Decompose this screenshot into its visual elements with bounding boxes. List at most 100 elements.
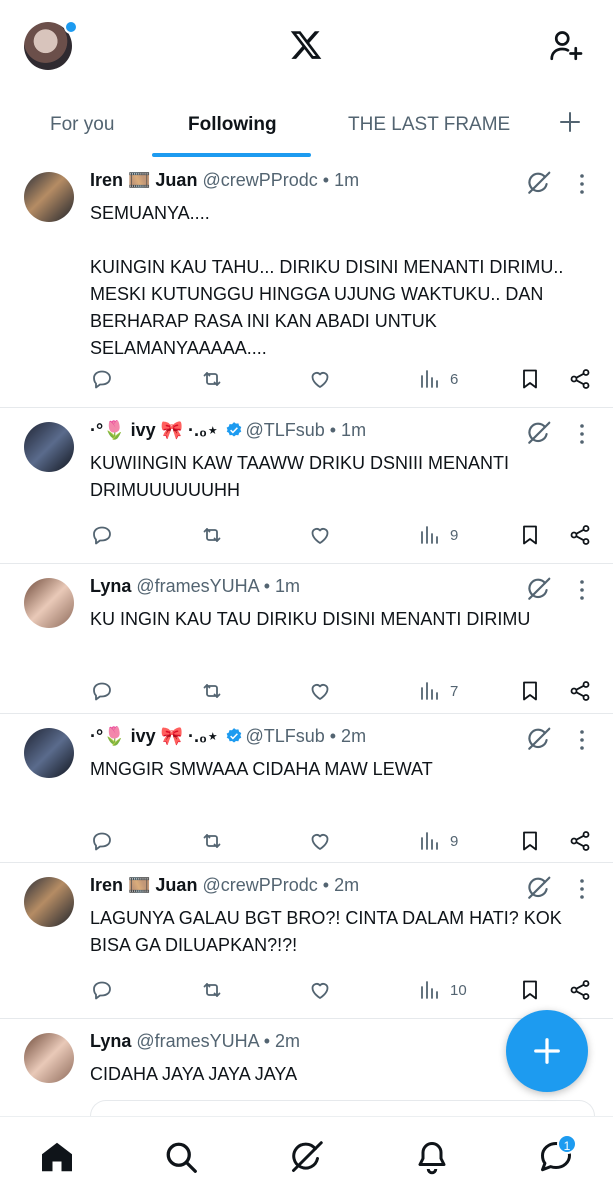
author-avatar[interactable] (24, 1033, 74, 1083)
repost-button[interactable] (200, 678, 224, 704)
reply-button[interactable] (90, 828, 114, 854)
share-button[interactable] (568, 678, 592, 704)
tweet[interactable]: Iren 🎞️ Juan @crewPProdc • 2m LAGUNYA GAL… (0, 863, 613, 1019)
bookmark-button[interactable] (518, 977, 542, 1003)
author-name[interactable]: Lyna (90, 576, 131, 596)
share-button[interactable] (568, 366, 592, 392)
tweet-text: SEMUANYA.... KUINGIN KAU TAHU... DIRIKU … (90, 203, 564, 358)
bookmark-button[interactable] (518, 366, 542, 392)
tweet-header: Iren 🎞️ Juan @crewPProdc • 1m (90, 170, 359, 191)
like-button[interactable] (308, 678, 332, 704)
grok-icon[interactable] (526, 420, 552, 446)
like-button[interactable] (308, 977, 332, 1003)
reply-button[interactable] (90, 678, 114, 704)
tweet[interactable]: Lyna @framesYUHA • 1m KU INGIN KAU TAU DI… (0, 564, 613, 714)
reply-button[interactable] (90, 977, 114, 1003)
bookmark-button[interactable] (518, 828, 542, 854)
author-avatar[interactable] (24, 728, 74, 778)
like-button[interactable] (308, 522, 332, 548)
tab-the-last-frame[interactable]: THE LAST FRAME (348, 114, 510, 136)
repost-button[interactable] (200, 366, 224, 392)
verified-badge-icon (227, 728, 242, 743)
repost-button[interactable] (200, 828, 224, 854)
add-tab-plus-icon[interactable] (558, 110, 582, 134)
compose-post-button[interactable] (506, 1010, 588, 1092)
reply-button[interactable] (90, 522, 114, 548)
author-name[interactable]: ·°🌷 ivy 🎀 ·.₀⋆ (90, 420, 218, 440)
post-time: • 1m (263, 576, 300, 596)
search-icon[interactable] (163, 1139, 199, 1175)
more-options-icon[interactable] (574, 728, 590, 752)
tab-for-you[interactable]: For you (50, 114, 114, 136)
views-button[interactable]: 7 (418, 678, 458, 704)
views-button[interactable]: 9 (418, 522, 458, 548)
more-options-icon[interactable] (574, 877, 590, 901)
like-button[interactable] (308, 828, 332, 854)
author-handle[interactable]: @TLFsub (245, 420, 324, 440)
grok-icon[interactable] (526, 875, 552, 901)
more-options-icon[interactable] (574, 422, 590, 446)
like-button[interactable] (308, 366, 332, 392)
bookmark-button[interactable] (518, 522, 542, 548)
author-avatar[interactable] (24, 422, 74, 472)
views-bar-icon (421, 832, 438, 850)
author-name[interactable]: Iren 🎞️ Juan (90, 875, 197, 895)
views-count: 7 (450, 682, 459, 700)
grok-icon[interactable] (289, 1139, 325, 1175)
tweet[interactable]: ·°🌷 ivy 🎀 ·.₀⋆ @TLFsub • 2m MNGGIR SMWAAA… (0, 714, 613, 863)
views-button[interactable]: 9 (418, 828, 458, 854)
author-avatar[interactable] (24, 578, 74, 628)
like-heart-icon (311, 528, 329, 544)
post-time: • 2m (322, 875, 360, 895)
bookmark-icon (523, 525, 537, 545)
bookmark-button[interactable] (518, 678, 542, 704)
tweet-header: Lyna @framesYUHA • 2m (90, 1031, 300, 1052)
share-button[interactable] (568, 977, 592, 1003)
grok-icon[interactable] (526, 170, 552, 196)
author-name[interactable]: ·°🌷 ivy 🎀 ·.₀⋆ (90, 726, 218, 746)
tweet[interactable]: Iren 🎞️ Juan @crewPProdc • 1m SEMUANYA...… (0, 158, 613, 408)
notifications-icon[interactable] (414, 1139, 450, 1175)
repost-button[interactable] (200, 977, 224, 1003)
repost-icon (203, 684, 221, 698)
tweet-text: KUWIINGIN KAW TAAWW DRIKU DSNIII MENANTI… (90, 453, 515, 500)
active-tab-indicator (152, 153, 311, 157)
post-time: • 2m (329, 726, 367, 746)
more-options-icon[interactable] (574, 172, 590, 196)
x-logo-icon[interactable] (288, 28, 324, 62)
top-bar: For you Following THE LAST FRAME (0, 0, 613, 158)
repost-icon (203, 528, 221, 542)
tweet-text: KU INGIN KAU TAU DIRIKU DISINI MENANTI D… (90, 609, 531, 629)
author-avatar[interactable] (24, 172, 74, 222)
author-handle[interactable]: @framesYUHA (136, 576, 258, 596)
author-handle[interactable]: @TLFsub (245, 726, 324, 746)
more-options-icon[interactable] (574, 578, 590, 602)
views-button[interactable]: 6 (418, 366, 458, 392)
tab-following[interactable]: Following (188, 114, 277, 136)
like-heart-icon (311, 684, 329, 700)
author-handle[interactable]: @framesYUHA (136, 1031, 258, 1051)
bookmark-icon (523, 369, 537, 389)
author-name[interactable]: Iren 🎞️ Juan (90, 170, 197, 190)
repost-button[interactable] (200, 522, 224, 548)
views-button[interactable]: 10 (418, 977, 467, 1003)
author-handle[interactable]: @crewPProdc (202, 875, 317, 895)
share-button[interactable] (568, 522, 592, 548)
views-bar-icon (421, 370, 438, 388)
grok-icon[interactable] (526, 576, 552, 602)
tweet[interactable]: ·°🌷 ivy 🎀 ·.₀⋆ @TLFsub • 1m KUWIINGIN KAW… (0, 408, 613, 564)
author-avatar[interactable] (24, 877, 74, 927)
grok-icon[interactable] (526, 726, 552, 752)
author-name[interactable]: Lyna (90, 1031, 131, 1051)
reply-icon (93, 832, 111, 851)
reply-button[interactable] (90, 366, 114, 392)
reply-icon (93, 682, 111, 701)
share-button[interactable] (568, 828, 592, 854)
follow-add-user-icon[interactable] (548, 28, 584, 64)
views-bar-icon (421, 981, 438, 999)
home-icon[interactable] (39, 1139, 75, 1175)
share-icon (570, 980, 590, 1000)
tweet-header: Lyna @framesYUHA • 1m (90, 576, 300, 597)
author-handle[interactable]: @crewPProdc (202, 170, 317, 190)
tweet-text: CIDAHA JAYA JAYA JAYA (90, 1064, 298, 1084)
